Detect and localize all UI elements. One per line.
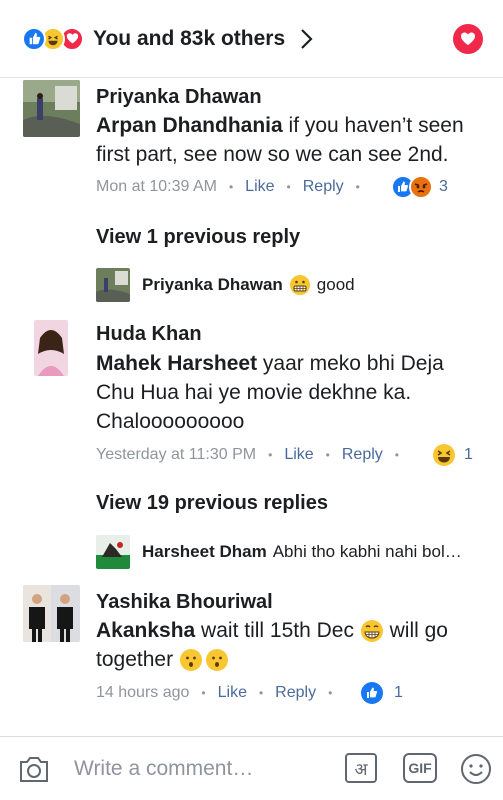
- comment: Yashika Bhouriwal Akanksha wait till 15t…: [0, 585, 503, 715]
- view-previous-replies[interactable]: View 19 previous replies: [96, 492, 328, 515]
- like-button[interactable]: Like: [284, 446, 313, 464]
- reaction-count: 1: [394, 684, 403, 701]
- mention-link[interactable]: Arpan Dhandhania: [96, 114, 283, 137]
- comment-text-line1: wait till 15th Dec: [195, 619, 354, 642]
- comment-text-line3: Chalooooooooo: [96, 410, 245, 433]
- avatar: [96, 268, 130, 302]
- transliterate-button[interactable]: अ: [345, 753, 377, 783]
- comment-author[interactable]: Yashika Bhouriwal: [96, 591, 273, 614]
- sticker-icon[interactable]: [460, 753, 492, 785]
- love-reaction-button[interactable]: [453, 24, 483, 54]
- comment-text-line2: first part, see now so we can see 2nd.: [96, 143, 449, 166]
- comment-text: Akanksha wait till 15th Dec will go toge…: [96, 616, 496, 674]
- comment-text-line1: if you haven’t seen: [282, 114, 464, 137]
- comment-text: Mahek Harsheet yaar meko bhi Deja Chu Hu…: [96, 349, 496, 436]
- reply-text: good: [316, 275, 355, 294]
- reply-author[interactable]: Harsheet Dham: [142, 542, 267, 562]
- reply-preview[interactable]: Harsheet Dham Abhi tho kabhi nahi bol…: [96, 535, 462, 569]
- comment-author[interactable]: Priyanka Dhawan: [96, 86, 262, 109]
- reaction-icons: [22, 26, 84, 51]
- mention-link[interactable]: Mahek Harsheet: [96, 352, 257, 375]
- reply-button[interactable]: Reply: [342, 446, 383, 464]
- transliterate-label: अ: [354, 759, 368, 780]
- like-icon: [22, 26, 46, 51]
- reaction-summary[interactable]: 1: [432, 443, 473, 467]
- angry-icon: [409, 175, 433, 199]
- camera-icon[interactable]: [18, 754, 50, 784]
- avatar: [96, 535, 130, 569]
- reaction-count: 3: [439, 178, 448, 195]
- hushed-emoji: [179, 649, 202, 672]
- reply-button[interactable]: Reply: [275, 684, 316, 702]
- comment-text-line2: Chu Hua hai ye movie dekhne ka.: [96, 381, 412, 404]
- comment-meta: 14 hours ago • Like • Reply •: [96, 684, 333, 702]
- reactions-header[interactable]: You and 83k others: [0, 0, 503, 78]
- comment-text: Arpan Dhandhania if you haven’t seen fir…: [96, 111, 496, 169]
- reply-button[interactable]: Reply: [303, 178, 344, 196]
- view-previous-replies[interactable]: View 1 previous reply: [96, 226, 300, 249]
- timestamp: Yesterday at 11:30 PM: [96, 446, 257, 463]
- grin-emoji: [360, 620, 383, 643]
- reaction-summary[interactable]: 1: [360, 681, 403, 705]
- comment-text-line1-tail: will go: [383, 619, 448, 642]
- gif-label: GIF: [408, 760, 432, 776]
- like-button[interactable]: Like: [245, 178, 274, 196]
- gif-button[interactable]: GIF: [403, 753, 437, 783]
- avatar[interactable]: [23, 80, 80, 137]
- mention-link[interactable]: Akanksha: [96, 619, 195, 642]
- timestamp: 14 hours ago: [96, 684, 190, 701]
- comment: Huda Khan Mahek Harsheet yaar meko bhi D…: [0, 318, 503, 468]
- heart-icon: [461, 32, 475, 45]
- avatar[interactable]: [23, 585, 80, 642]
- comment: Priyanka Dhawan Arpan Dhandhania if you …: [0, 80, 503, 210]
- timestamp: Mon at 10:39 AM: [96, 178, 217, 195]
- reply-text: Abhi tho kabhi nahi bol…: [272, 542, 462, 561]
- grimace-emoji: [289, 275, 310, 295]
- comment-meta: Mon at 10:39 AM • Like • Reply •: [96, 178, 360, 196]
- reaction-summary[interactable]: 3: [391, 175, 448, 199]
- reaction-count: 1: [464, 446, 473, 463]
- hushed-emoji: [205, 649, 228, 672]
- avatar[interactable]: [34, 320, 68, 376]
- comment-meta: Yesterday at 11:30 PM • Like • Reply •: [96, 446, 399, 464]
- reply-preview[interactable]: Priyanka Dhawan good: [96, 268, 355, 302]
- comment-author[interactable]: Huda Khan: [96, 323, 202, 346]
- comment-composer: Write a comment… अ GIF: [0, 736, 503, 800]
- haha-icon: [433, 444, 455, 466]
- comment-input[interactable]: Write a comment…: [74, 757, 253, 781]
- chevron-right-icon[interactable]: [299, 28, 313, 50]
- comment-text-line2: together: [96, 648, 174, 671]
- reply-author[interactable]: Priyanka Dhawan: [142, 275, 283, 295]
- like-icon: [361, 682, 383, 704]
- like-button[interactable]: Like: [218, 684, 247, 702]
- reactions-summary[interactable]: You and 83k others: [93, 27, 285, 51]
- comment-text-line1: yaar meko bhi Deja: [257, 352, 444, 375]
